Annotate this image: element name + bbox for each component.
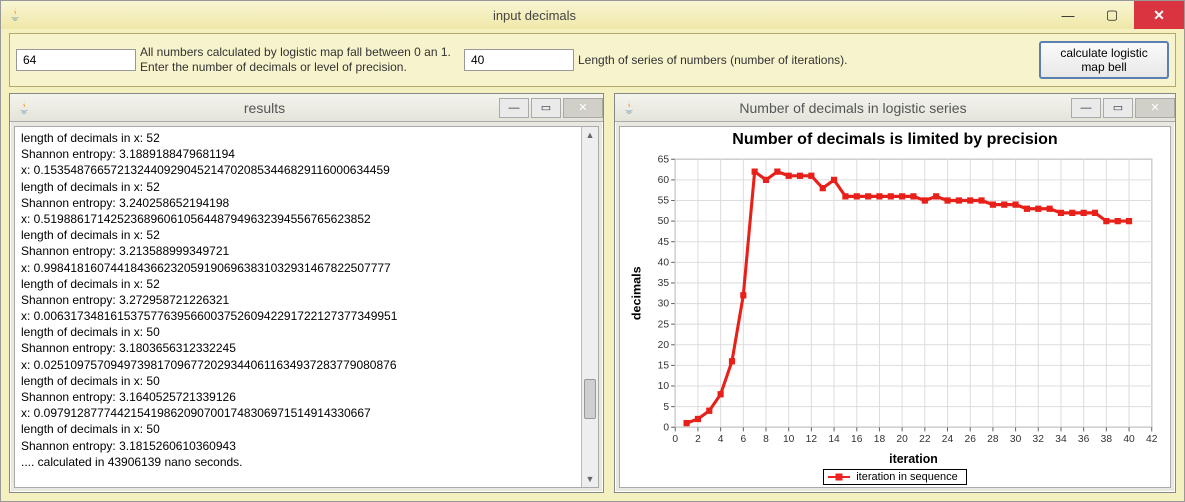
svg-text:40: 40 [658,257,670,268]
java-icon [16,100,32,116]
svg-text:0: 0 [672,434,678,445]
java-icon [621,100,637,116]
svg-text:45: 45 [658,237,670,248]
java-icon [7,7,23,23]
svg-text:60: 60 [658,175,670,186]
svg-text:28: 28 [987,434,999,445]
chart-plot: 0510152025303540455055606502468101214161… [628,153,1162,467]
legend-marker-icon [828,476,850,478]
chart-frame-title: Number of decimals in logistic series [637,100,1069,116]
mdi-area: results — ▭ ✕ length of decimals in x: 5… [1,93,1184,501]
chart-close-button[interactable]: ✕ [1135,98,1175,118]
scroll-down-icon[interactable]: ▼ [582,471,598,487]
svg-text:0: 0 [663,422,669,433]
chart-legend: iteration in sequence [823,469,967,485]
maximize-button[interactable]: ▢ [1090,1,1134,29]
svg-text:22: 22 [919,434,931,445]
svg-text:5: 5 [663,402,669,413]
svg-text:34: 34 [1055,434,1067,445]
results-minimize-button[interactable]: — [499,98,529,118]
svg-text:2: 2 [695,434,701,445]
results-close-button[interactable]: ✕ [563,98,603,118]
results-maximize-button[interactable]: ▭ [531,98,561,118]
results-titlebar: results — ▭ ✕ [10,94,603,122]
scroll-up-icon[interactable]: ▲ [582,127,598,143]
close-button[interactable]: ✕ [1134,1,1184,29]
chart-maximize-button[interactable]: ▭ [1103,98,1133,118]
decimals-input[interactable] [16,49,136,71]
svg-text:35: 35 [658,278,670,289]
chart-panel: Number of decimals is limited by precisi… [619,126,1171,488]
svg-text:24: 24 [942,434,954,445]
svg-text:42: 42 [1146,434,1158,445]
results-textarea[interactable]: length of decimals in x: 52 Shannon entr… [14,126,599,488]
svg-text:iteration: iteration [889,452,938,466]
svg-text:decimals: decimals [629,266,643,320]
decimals-label: All numbers calculated by logistic map f… [140,45,460,75]
svg-text:10: 10 [658,381,670,392]
input-panel: All numbers calculated by logistic map f… [9,33,1176,87]
chart-minimize-button[interactable]: — [1071,98,1101,118]
results-title: results [32,100,497,116]
svg-text:55: 55 [658,196,670,207]
svg-text:38: 38 [1101,434,1113,445]
minimize-button[interactable]: — [1046,1,1090,29]
svg-text:50: 50 [658,216,670,227]
svg-text:25: 25 [658,319,670,330]
results-scrollbar[interactable]: ▲ ▼ [581,127,598,487]
svg-text:8: 8 [763,434,769,445]
svg-text:12: 12 [806,434,818,445]
svg-text:15: 15 [658,360,670,371]
svg-text:18: 18 [874,434,886,445]
calculate-button[interactable]: calculate logistic map bell [1039,41,1169,79]
main-window-title: input decimals [23,8,1046,23]
chart-frame: Number of decimals in logistic series — … [614,93,1176,493]
svg-text:16: 16 [851,434,863,445]
svg-text:20: 20 [658,340,670,351]
svg-text:30: 30 [658,299,670,310]
chart-title: Number of decimals is limited by precisi… [732,131,1057,149]
chart-titlebar: Number of decimals in logistic series — … [615,94,1175,122]
svg-text:14: 14 [828,434,840,445]
main-window: input decimals — ▢ ✕ All numbers calcula… [0,0,1185,502]
svg-text:36: 36 [1078,434,1090,445]
iterations-input[interactable] [464,49,574,71]
svg-text:4: 4 [718,434,724,445]
svg-text:26: 26 [964,434,976,445]
svg-text:30: 30 [1010,434,1022,445]
main-titlebar: input decimals — ▢ ✕ [1,1,1184,29]
results-frame: results — ▭ ✕ length of decimals in x: 5… [9,93,604,493]
svg-text:32: 32 [1033,434,1045,445]
scroll-thumb[interactable] [584,379,596,419]
svg-text:20: 20 [896,434,908,445]
svg-text:6: 6 [740,434,746,445]
iterations-label: Length of series of numbers (number of i… [578,53,847,68]
svg-text:65: 65 [658,154,670,165]
legend-label: iteration in sequence [856,471,958,483]
results-text-content: length of decimals in x: 52 Shannon entr… [15,127,598,487]
svg-text:10: 10 [783,434,795,445]
svg-text:40: 40 [1123,434,1135,445]
